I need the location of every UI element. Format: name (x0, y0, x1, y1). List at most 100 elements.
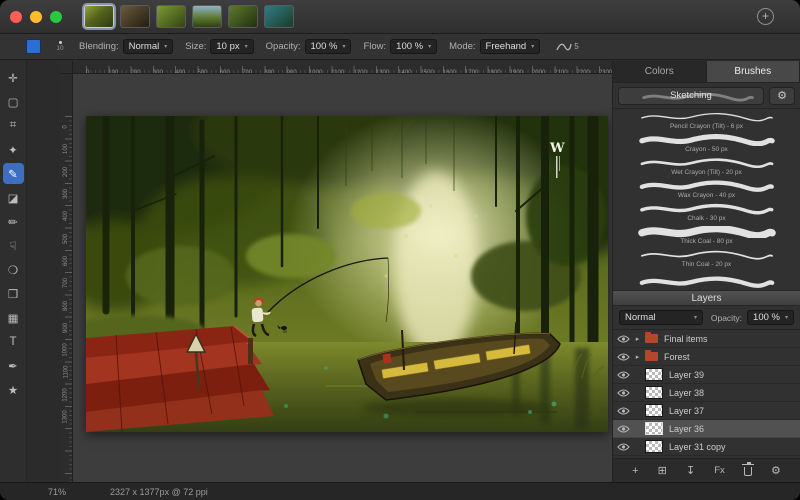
option-value: 100 % (311, 41, 338, 52)
option-dropdown[interactable]: 10 px ▾ (210, 39, 253, 54)
layer-name: Layer 38 (669, 388, 704, 398)
tool-crop[interactable]: ⌗ (3, 115, 24, 136)
option-fields: Blending: Normal ▾ Size: 10 px ▾ Opaci (79, 39, 540, 54)
layer-row[interactable]: ▸ Forest (613, 348, 800, 366)
zoom-button[interactable] (50, 11, 62, 23)
tool-smudge[interactable]: ☟ (3, 235, 24, 256)
vertical-ruler: 0100200300400500600700800900100011001200… (60, 74, 73, 482)
brush-item[interactable]: Pencil Crayon (Tilt) - 6 px (613, 109, 800, 132)
opacity-label: Opacity: (711, 313, 742, 323)
layer-row[interactable]: Layer 36 (613, 420, 800, 438)
horizontal-ruler: 0100200300400500600700800900100011001200… (73, 61, 612, 74)
layer-row[interactable]: ▸ Final items (613, 330, 800, 348)
brush-item[interactable] (613, 270, 800, 290)
option-dropdown[interactable]: Freehand ▾ (480, 39, 541, 54)
tool-shapes[interactable]: ▦ (3, 307, 24, 328)
layer-row[interactable]: Layer 39 (613, 366, 800, 384)
panel-tab[interactable]: Brushes (707, 61, 800, 82)
add-group-button[interactable]: ⊞ (658, 464, 667, 477)
layer-row[interactable]: Layer 38 (613, 384, 800, 402)
tool-eyedropper[interactable]: ✒ (3, 355, 24, 376)
brush-item[interactable]: Wet Crayon (Tilt) - 20 px (613, 155, 800, 178)
disclosure-caret[interactable]: ▸ (634, 335, 641, 343)
visibility-eye-icon[interactable] (617, 335, 630, 343)
panel-tab[interactable]: Colors (613, 61, 707, 82)
tool-eraser[interactable]: ◪ (3, 187, 24, 208)
effects-button[interactable]: Fx (714, 465, 725, 476)
option-value: Normal (129, 41, 160, 52)
visibility-eye-icon[interactable] (617, 443, 630, 451)
brush-stroke-preview (627, 276, 787, 288)
layer-row[interactable]: Layer 31 copy (613, 438, 800, 456)
option-field: Opacity: 100 % ▾ (266, 39, 352, 54)
visibility-eye-icon[interactable] (617, 425, 630, 433)
tool-blur[interactable]: ❍ (3, 259, 24, 280)
layer-name: Final items (664, 334, 708, 344)
document-tab[interactable] (120, 5, 150, 28)
visibility-eye-icon[interactable] (617, 389, 630, 397)
tool-move[interactable]: ✛ (3, 67, 24, 88)
option-value: Freehand (486, 41, 527, 52)
brush-options-bar: 10 Blending: Normal ▾ Size: 10 px ▾ (0, 34, 800, 60)
stroke-smoothing-control[interactable]: 5 (556, 41, 578, 53)
titlebar: + (0, 0, 800, 34)
tool-pencil[interactable]: ✏ (3, 211, 24, 232)
tool-wand[interactable]: ✦ (3, 139, 24, 160)
canvas[interactable]: W (86, 116, 608, 432)
layer-thumbnail[interactable] (645, 422, 663, 435)
brush-item[interactable]: Wax Crayon - 40 px (613, 178, 800, 201)
delete-layer-button[interactable] (744, 463, 752, 479)
option-dropdown[interactable]: 100 % ▾ (390, 39, 437, 54)
document-tab[interactable] (156, 5, 186, 28)
layer-thumbnail[interactable] (645, 368, 663, 381)
minimize-button[interactable] (30, 11, 42, 23)
document-tab[interactable] (192, 5, 222, 28)
layer-thumbnail[interactable] (645, 386, 663, 399)
option-dropdown[interactable]: 100 % ▾ (305, 39, 352, 54)
brush-item[interactable]: Crayon - 50 px (613, 132, 800, 155)
document-tab[interactable] (84, 5, 114, 28)
layer-thumbnail[interactable] (645, 404, 663, 417)
brush-set-dropdown[interactable]: Sketching (618, 87, 764, 105)
option-label: Mode: (449, 41, 475, 52)
document-tab[interactable] (228, 5, 258, 28)
option-value: 10 px (216, 41, 239, 52)
visibility-eye-icon[interactable] (617, 353, 630, 361)
blend-mode-dropdown[interactable]: Normal ▾ (619, 310, 703, 325)
brush-stroke-preview (627, 249, 787, 261)
tool-text[interactable]: T (3, 331, 24, 352)
zoom-level: 71% (48, 487, 66, 497)
close-button[interactable] (10, 11, 22, 23)
color-swatch[interactable] (26, 39, 41, 54)
panel-tabs: Colors Brushes (613, 61, 800, 83)
blend-mode-value: Normal (625, 312, 656, 323)
group-folder-icon (645, 352, 658, 361)
visibility-eye-icon[interactable] (617, 407, 630, 415)
brush-set-name: Sketching (670, 90, 712, 101)
dropdown-arrow-icon: ▾ (164, 43, 167, 50)
add-layer-button[interactable]: + (632, 465, 638, 477)
tool-brush[interactable]: ✎ (3, 163, 24, 184)
import-button[interactable]: ↧ (686, 464, 695, 477)
visibility-eye-icon[interactable] (617, 371, 630, 379)
layer-name: Layer 36 (669, 424, 704, 434)
tool-clone[interactable]: ❐ (3, 283, 24, 304)
tool-marquee[interactable]: ▢ (3, 91, 24, 112)
brush-stroke-preview (627, 180, 787, 192)
brush-settings-button[interactable]: ⚙ (769, 87, 795, 105)
ruler-label: 300 (63, 189, 69, 199)
brush-item[interactable]: Chalk - 30 px (613, 201, 800, 224)
canvas-artwork[interactable]: W (86, 116, 608, 432)
disclosure-caret[interactable]: ▸ (634, 353, 641, 361)
add-document-button[interactable]: + (757, 8, 774, 25)
layer-row[interactable]: Layer 37 (613, 402, 800, 420)
brush-item[interactable]: Thin Coal - 20 px (613, 247, 800, 270)
option-dropdown[interactable]: Normal ▾ (123, 39, 174, 54)
brush-item[interactable]: Thick Coal - 80 px (613, 224, 800, 247)
tool-star[interactable]: ★ (3, 379, 24, 400)
brush-label: Thin Coal - 20 px (682, 261, 732, 269)
document-tab[interactable] (264, 5, 294, 28)
opacity-dropdown[interactable]: 100 % ▾ (747, 310, 794, 325)
layer-thumbnail[interactable] (645, 440, 663, 453)
layer-settings-button[interactable]: ⚙ (771, 464, 781, 477)
